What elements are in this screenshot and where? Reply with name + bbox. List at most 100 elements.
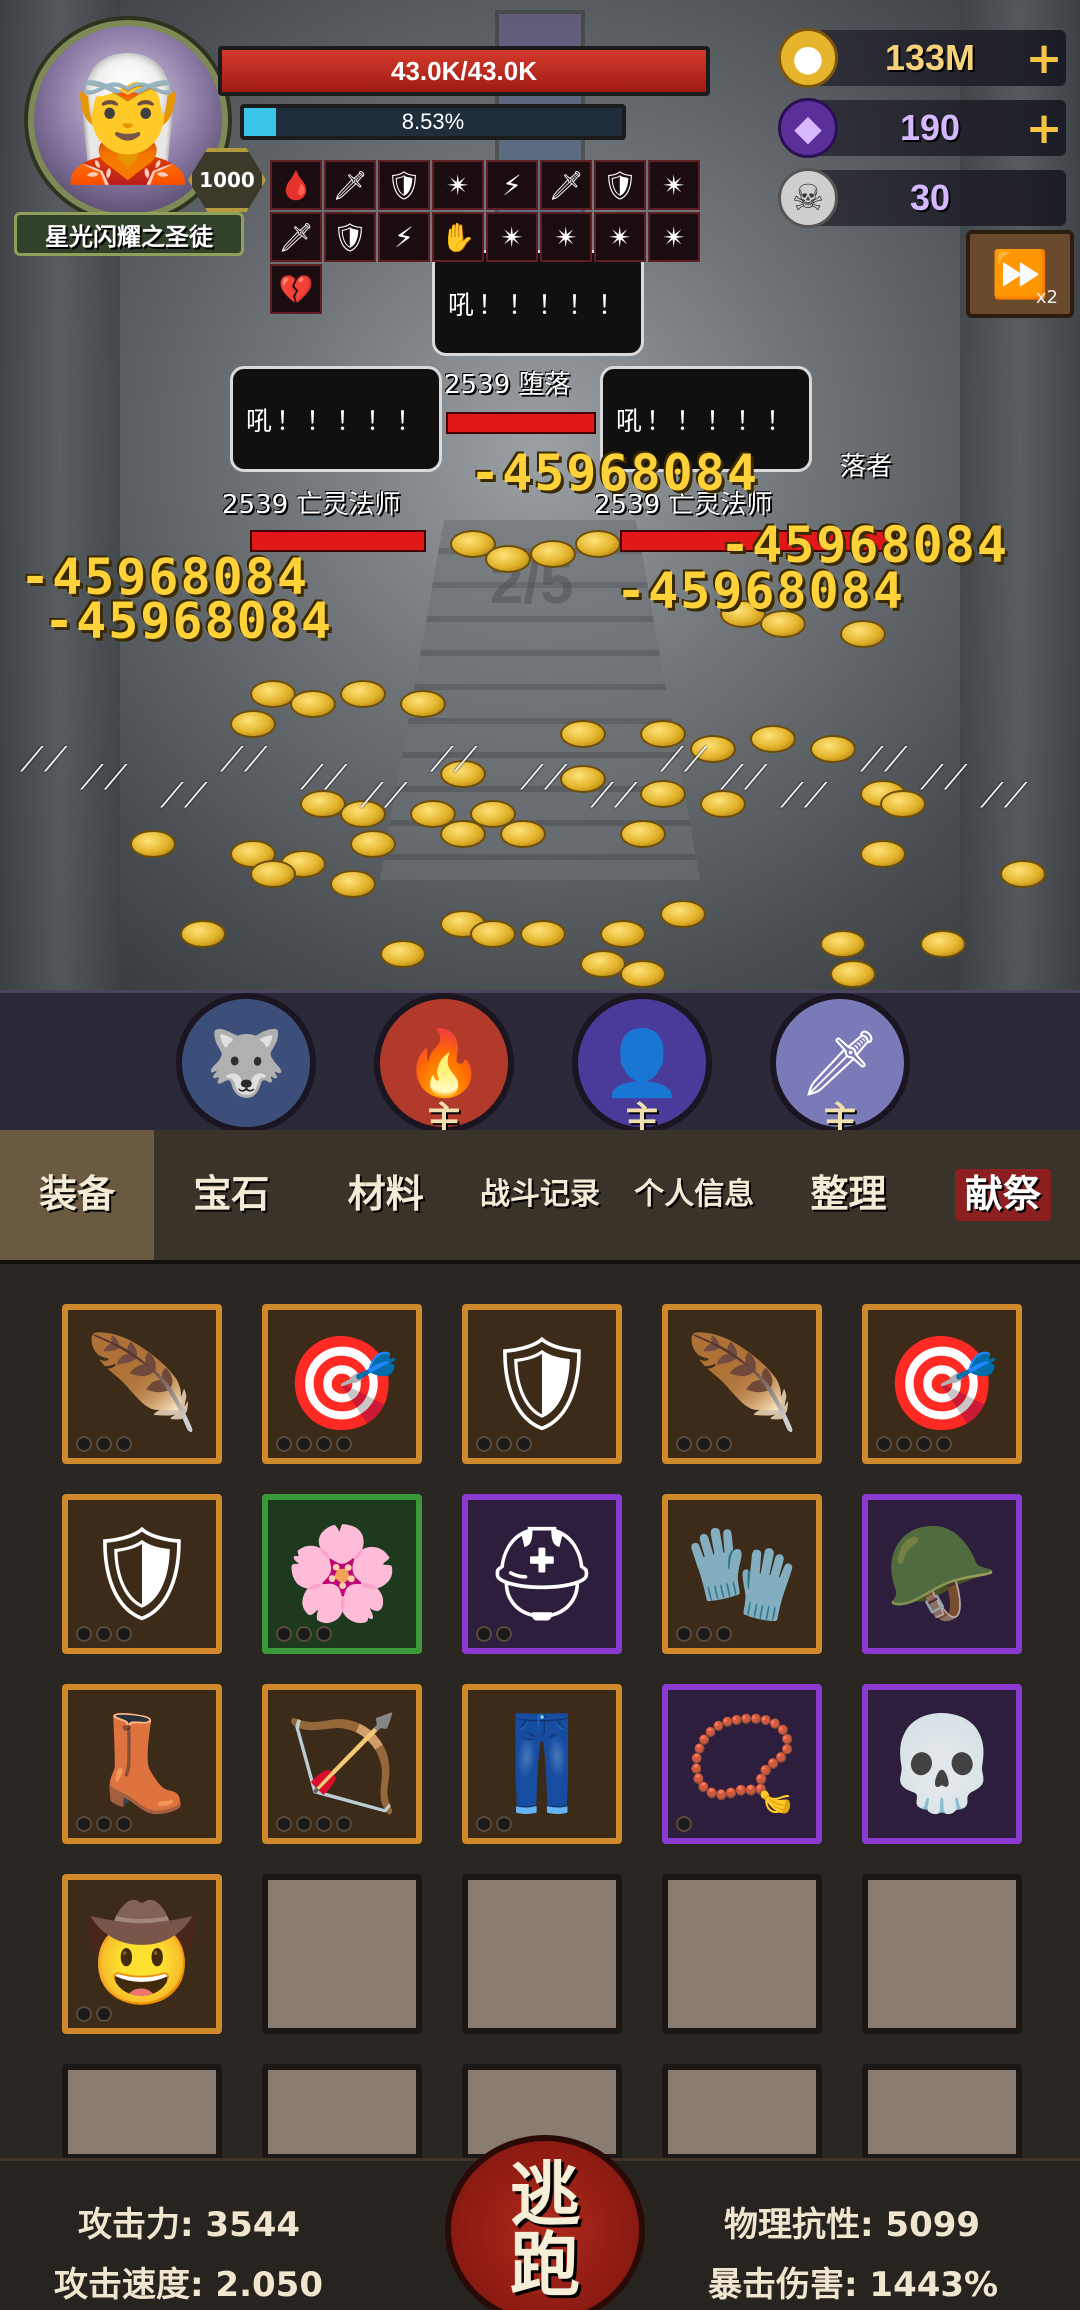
spike-icon: ⟋⟋ [780, 776, 828, 816]
spike-icon: ⟋⟋ [430, 740, 478, 780]
gem-socket [876, 1436, 892, 1452]
gold-counter: ● 133M + [778, 28, 1066, 88]
equipment-item-icon: 🪖 [884, 1520, 1000, 1627]
gem-socket-row [276, 1626, 332, 1642]
gem-socket [276, 1436, 292, 1452]
stat-attack: 攻击力: 3544 [78, 2205, 301, 2245]
xp-text: 8.53% [401, 109, 465, 134]
inventory-slot[interactable]: 💀 [862, 1684, 1022, 1844]
add-gold-button[interactable]: + [1022, 33, 1066, 84]
gold-coin-icon [620, 820, 666, 848]
inventory-slot[interactable]: 🌸 [262, 1494, 422, 1654]
ticket-value: 30 [909, 177, 951, 218]
gem-socket [316, 1626, 332, 1642]
inventory-slot[interactable]: 🛡 [462, 1304, 622, 1464]
inventory-slot[interactable]: 🪖 [862, 1494, 1022, 1654]
gem-socket [716, 1626, 732, 1642]
empty-inventory-slot[interactable] [62, 2064, 222, 2160]
empty-inventory-slot[interactable] [862, 1874, 1022, 2034]
tab-battle-log[interactable]: 战斗记录 [463, 1130, 617, 1260]
speed-label: x2 [1035, 287, 1058, 308]
gem-counter: ◆ 190 + [778, 98, 1066, 158]
empty-inventory-slot[interactable] [662, 2064, 822, 2160]
gem-socket [316, 1436, 332, 1452]
equipment-item-icon: 🪶 [84, 1330, 200, 1437]
gold-coin-icon [130, 830, 176, 858]
gold-coin-icon [840, 620, 886, 648]
inventory-slot[interactable]: 🧤 [662, 1494, 822, 1654]
gem-socket [76, 1436, 92, 1452]
tab-profile[interactable]: 个人信息 [617, 1130, 771, 1260]
empty-inventory-slot[interactable] [862, 2064, 1022, 2160]
enemy-left-name: 2539 亡灵法师 [222, 490, 401, 520]
gem-socket [116, 1816, 132, 1832]
gold-coin-icon [750, 725, 796, 753]
inventory-slot[interactable]: 🤠 [62, 1874, 222, 2034]
spike-icon: ⟋⟋ [980, 776, 1028, 816]
inventory-slot[interactable]: 🎯 [262, 1304, 422, 1464]
tab-sacrifice[interactable]: 献祭 [926, 1130, 1080, 1260]
inventory-slot[interactable]: 🎯 [862, 1304, 1022, 1464]
gem-socket [336, 1436, 352, 1452]
gem-socket [96, 1816, 112, 1832]
gold-coin-icon [250, 860, 296, 888]
blade-icon: 🗡 [799, 1026, 881, 1101]
spike-icon: ⟋⟋ [660, 740, 708, 780]
gem-socket-row [76, 1816, 132, 1832]
gem-socket [496, 1626, 512, 1642]
empty-inventory-slot[interactable] [462, 1874, 622, 2034]
gem-socket [716, 1436, 732, 1452]
inventory-slot[interactable]: 🪶 [62, 1304, 222, 1464]
gold-coin-icon [660, 900, 706, 928]
gem-socket-row [276, 1436, 352, 1452]
tab-equipment[interactable]: 装备 [0, 1130, 155, 1260]
gold-coin-icon [400, 690, 446, 718]
inventory-slot[interactable]: 📿 [662, 1684, 822, 1844]
tab-materials[interactable]: 材料 [309, 1130, 463, 1260]
gold-coin-icon [350, 830, 396, 858]
buff-icon: 🩸 [270, 160, 322, 210]
gem-socket [476, 1626, 492, 1642]
tab-gems[interactable]: 宝石 [154, 1130, 308, 1260]
buff-icon: ✴ [486, 212, 538, 262]
gold-coin-icon [560, 720, 606, 748]
gem-socket [516, 1436, 532, 1452]
empty-inventory-slot[interactable] [262, 1874, 422, 2034]
gem-socket-row [476, 1626, 512, 1642]
inventory-tabs: 装备 宝石 材料 战斗记录 个人信息 整理 献祭 [0, 1130, 1080, 1260]
equipment-item-icon: 🎯 [884, 1330, 1000, 1437]
gold-value: 133M [884, 37, 976, 78]
speed-toggle-button[interactable]: ⏩ x2 [966, 230, 1074, 318]
equipment-item-icon: 🤠 [84, 1900, 200, 2007]
gold-coin-icon [920, 930, 966, 958]
inventory-slot[interactable]: 🛡 [62, 1494, 222, 1654]
gold-coin-icon [470, 920, 516, 948]
empty-inventory-slot[interactable] [662, 1874, 822, 2034]
inventory-slot[interactable]: 👖 [462, 1684, 622, 1844]
gold-coin-icon [530, 540, 576, 568]
empty-inventory-slot[interactable] [262, 2064, 422, 2160]
gem-socket [676, 1816, 692, 1832]
equipment-item-icon: 💀 [884, 1710, 1000, 1817]
skill-wolf[interactable]: 🐺 [176, 993, 316, 1133]
inventory-slot[interactable]: 👢 [62, 1684, 222, 1844]
stat-attack-speed: 攻击速度: 2.050 [54, 2265, 323, 2305]
gold-coin-icon [575, 530, 621, 558]
spike-icon: ⟋⟋ [160, 776, 208, 816]
add-gem-button[interactable]: + [1022, 103, 1066, 154]
gem-value: 190 [899, 107, 961, 148]
gem-socket [476, 1816, 492, 1832]
flee-button[interactable]: 逃 跑 [445, 2135, 645, 2310]
gem-socket-row [876, 1436, 952, 1452]
tab-sort[interactable]: 整理 [771, 1130, 925, 1260]
stat-crit-damage: 暴击伤害: 1443% [708, 2265, 999, 2305]
player-hp-bar: 43.0K/43.0K [218, 46, 710, 96]
buff-list: 🩸 🗡 🛡 ✴ ⚡ 🗡 🛡 ✴ 🗡 🛡 ⚡ ✋ ✴ ✴ ✴ ✴ 💔 [270, 160, 720, 314]
inventory-slot[interactable]: 🪶 [662, 1304, 822, 1464]
inventory-slot[interactable]: 🏹 [262, 1684, 422, 1844]
gem-socket [96, 1436, 112, 1452]
inventory-slot[interactable]: ⛑ [462, 1494, 622, 1654]
player-name: 星光闪耀之圣徒 [14, 212, 244, 256]
buff-icon: ✋ [432, 212, 484, 262]
gem-socket-row [76, 2006, 112, 2022]
